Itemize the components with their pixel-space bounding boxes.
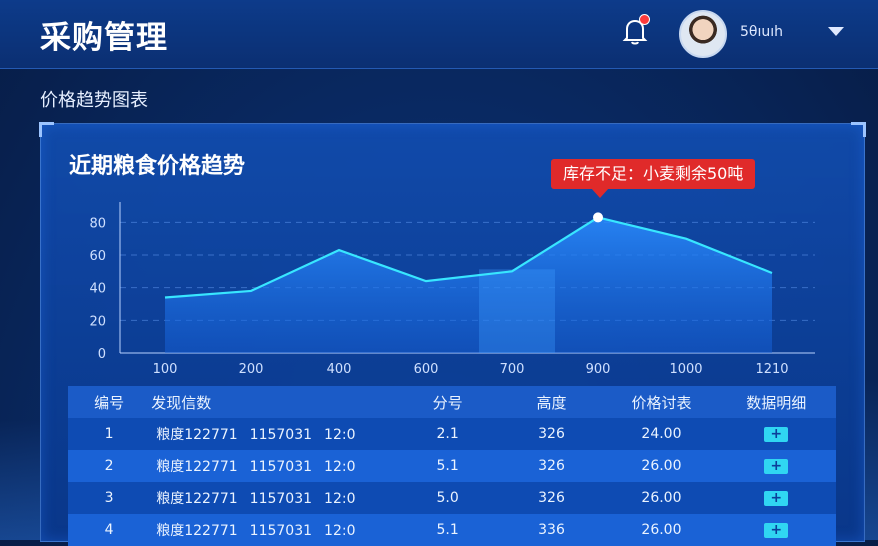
x-tick-label: 100 — [153, 362, 178, 377]
background-decoration — [0, 420, 40, 540]
section-title: 价格趋势图表 — [40, 90, 148, 111]
row-id: 1 — [104, 426, 114, 442]
table-row[interactable]: 3 粮度122771 1157031 12:0 5.0 326 26.00 + — [68, 482, 836, 514]
data-point — [163, 295, 167, 299]
data-point — [424, 279, 428, 283]
row-name: 粮度122771 — [156, 523, 238, 539]
data-point — [684, 237, 688, 241]
notification-button[interactable] — [618, 14, 652, 48]
row-info: 粮度122771 1157031 12:0 — [150, 450, 398, 482]
row-height: 336 — [538, 522, 565, 538]
data-point — [249, 289, 253, 293]
row-name: 粮度122771 — [156, 491, 238, 507]
highlight-band — [479, 269, 555, 353]
table-row[interactable]: 2 粮度122771 1157031 12:0 5.1 326 26.00 + — [68, 450, 836, 482]
row-price: 24.00 — [641, 426, 682, 442]
background-decoration — [863, 380, 878, 540]
row-code: 1157031 — [249, 427, 313, 443]
row-time: 12:0 — [324, 491, 356, 507]
y-tick-label: 40 — [89, 282, 106, 297]
table-row[interactable]: 4 粮度122771 1157031 12:0 5.1 336 26.00 + — [68, 514, 836, 546]
row-info: 粮度122771 1157031 12:0 — [150, 514, 398, 546]
row-sub: 5.0 — [436, 490, 459, 506]
y-tick-label: 60 — [89, 249, 106, 264]
top-bar: 采购管理 5θıuıh — [0, 0, 878, 69]
row-sub: 5.1 — [436, 458, 459, 474]
highlight-point — [593, 212, 603, 223]
row-code: 1157031 — [249, 459, 313, 475]
row-time: 12:0 — [324, 427, 356, 443]
notification-dot — [639, 14, 650, 25]
x-tick-label: 400 — [327, 362, 352, 377]
price-table: 编号 发现信数 分号 高度 价格讨表 数据明细 1 粮度122771 115703… — [68, 386, 836, 546]
username[interactable]: 5θıuıh — [740, 24, 783, 40]
row-sub: 2.1 — [436, 426, 459, 442]
data-point — [337, 248, 341, 252]
plus-icon[interactable]: + — [764, 427, 789, 442]
row-height: 326 — [538, 426, 565, 442]
x-tick-label: 700 — [500, 362, 525, 377]
y-tick-label: 20 — [89, 314, 106, 329]
row-code: 1157031 — [249, 523, 313, 539]
plus-icon[interactable]: + — [764, 459, 789, 474]
row-name: 粮度122771 — [156, 427, 238, 443]
data-point — [770, 271, 774, 275]
x-tick-label: 1000 — [669, 362, 702, 377]
row-detail: + — [717, 418, 836, 450]
row-info: 粮度122771 1157031 12:0 — [150, 418, 398, 450]
x-tick-label: 900 — [586, 362, 611, 377]
x-tick-label: 600 — [414, 362, 439, 377]
row-name: 粮度122771 — [156, 459, 238, 475]
column-header[interactable]: 价格讨表 — [606, 386, 717, 418]
row-detail: + — [717, 514, 836, 546]
x-tick-label: 200 — [239, 362, 264, 377]
row-height: 326 — [538, 458, 565, 474]
x-tick-label: 1210 — [755, 362, 788, 377]
y-tick-label: 80 — [89, 216, 106, 231]
row-price: 26.00 — [641, 522, 682, 538]
table-header-row: 编号 发现信数 分号 高度 价格讨表 数据明细 — [68, 386, 836, 418]
chevron-down-icon[interactable] — [828, 27, 844, 36]
row-sub: 5.1 — [436, 522, 459, 538]
chart-title: 近期粮食价格趋势 — [69, 154, 246, 179]
row-detail: + — [717, 450, 836, 482]
column-header[interactable]: 编号 — [68, 386, 151, 418]
plus-icon[interactable]: + — [764, 491, 789, 506]
row-code: 1157031 — [249, 491, 313, 507]
corner-decoration — [851, 122, 866, 137]
row-id: 2 — [104, 458, 114, 474]
row-id: 4 — [104, 522, 114, 538]
column-header[interactable]: 分号 — [398, 386, 497, 418]
row-height: 326 — [538, 490, 565, 506]
data-point — [510, 269, 514, 273]
column-header[interactable]: 数据明细 — [716, 386, 836, 418]
y-tick-label: 0 — [98, 347, 106, 362]
row-info: 粮度122771 1157031 12:0 — [150, 482, 398, 514]
plus-icon[interactable]: + — [764, 523, 789, 538]
row-detail: + — [717, 482, 836, 514]
corner-decoration — [39, 122, 54, 137]
row-price: 26.00 — [641, 458, 682, 474]
row-id: 3 — [104, 490, 114, 506]
price-trend-chart: 0 20 40 60 80 100 200 400 600 700 900 1000 1210 — [89, 202, 815, 377]
row-time: 12:0 — [324, 523, 356, 539]
stock-alert-callout: 库存不足：小麦剩余50吨 — [551, 159, 756, 198]
row-price: 26.00 — [641, 490, 682, 506]
app-title: 采购管理 — [40, 20, 168, 56]
column-header[interactable]: 发现信数 — [150, 386, 399, 418]
table-row[interactable]: 1 粮度122771 1157031 12:0 2.1 326 24.00 + — [68, 418, 836, 450]
row-time: 12:0 — [324, 459, 356, 475]
column-header[interactable]: 高度 — [496, 386, 607, 418]
avatar[interactable] — [679, 10, 727, 58]
